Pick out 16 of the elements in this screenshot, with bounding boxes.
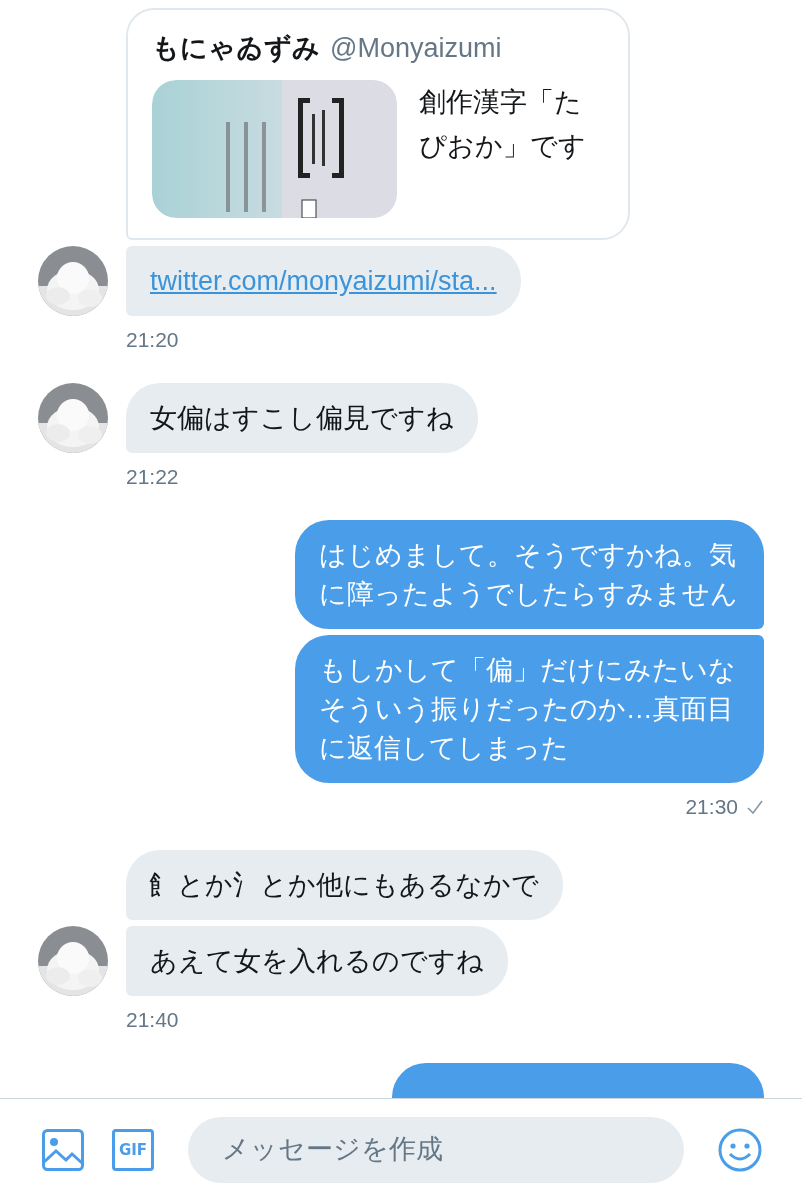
timestamp: 21:40 [126, 1008, 179, 1032]
author-handle: @Monyaizumi [330, 33, 502, 64]
message-field[interactable]: メッセージを作成 [188, 1116, 684, 1183]
link[interactable]: twitter.com/monyaizumi/sta... [150, 265, 497, 296]
message-bubble: もしかして「偏」だけにみたいなそういう振りだったのか…真面目に返信してしまった [294, 635, 764, 783]
gif-button[interactable]: GIF [112, 1128, 154, 1171]
tweet-card[interactable]: もにゃゐずみ @Monyaizumi 創作漢字「たぴおか」です [126, 8, 630, 240]
timestamp: 21:30 [685, 795, 738, 819]
message-bubble: あえて女を入れるのですね [126, 926, 508, 996]
message-bubble: 女偏はすこし偏見ですね [126, 383, 478, 453]
timestamp: 21:20 [126, 328, 179, 352]
message-bubble: はじめまして。そうですかね。気に障ったようでしたらすみません [294, 520, 764, 629]
tweet-text: 創作漢字「たぴおか」です [419, 86, 587, 163]
author-name: もにゃゐずみ [152, 32, 320, 65]
message-bubble: 飠とか氵とか他にもあるなかで [126, 850, 563, 920]
timestamp: 21:22 [126, 465, 179, 489]
